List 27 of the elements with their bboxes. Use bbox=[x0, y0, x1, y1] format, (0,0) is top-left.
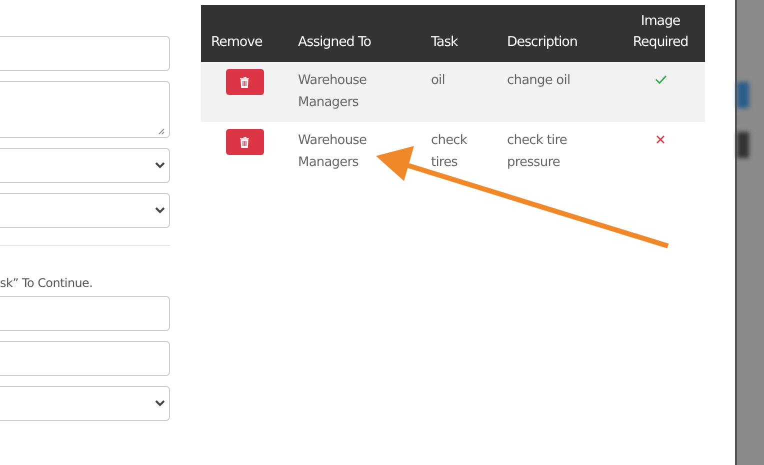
chevron-down-icon bbox=[155, 162, 165, 169]
column-header: Assigned To bbox=[288, 5, 421, 62]
table-cell: oil bbox=[421, 62, 497, 122]
table-cell: Warehouse Managers bbox=[288, 122, 421, 182]
dropdown[interactable] bbox=[0, 148, 170, 183]
table-cell: change oil bbox=[497, 62, 612, 122]
column-header: Task bbox=[421, 5, 497, 62]
column-header: Image Required bbox=[612, 5, 705, 62]
dropdown[interactable] bbox=[0, 193, 170, 228]
text-field[interactable] bbox=[0, 36, 170, 71]
chevron-down-icon bbox=[155, 400, 165, 407]
text-field[interactable] bbox=[0, 296, 170, 331]
table-cell: check tires bbox=[421, 122, 497, 182]
column-header: Remove bbox=[201, 5, 288, 62]
text-field[interactable] bbox=[0, 341, 170, 376]
resize-handle-icon[interactable] bbox=[158, 128, 165, 135]
dropdown[interactable] bbox=[0, 386, 170, 421]
delete-button[interactable] bbox=[226, 129, 264, 155]
table-cell: check tire pressure bbox=[497, 122, 612, 182]
delete-button[interactable] bbox=[226, 69, 264, 95]
instruction-text: sk” To Continue. bbox=[0, 276, 94, 290]
column-header: Description bbox=[497, 5, 612, 62]
chevron-down-icon bbox=[155, 207, 165, 214]
trash-icon bbox=[240, 136, 249, 148]
text-area[interactable] bbox=[0, 81, 170, 138]
table-cell: Warehouse Managers bbox=[288, 62, 421, 122]
trash-icon bbox=[240, 76, 249, 88]
